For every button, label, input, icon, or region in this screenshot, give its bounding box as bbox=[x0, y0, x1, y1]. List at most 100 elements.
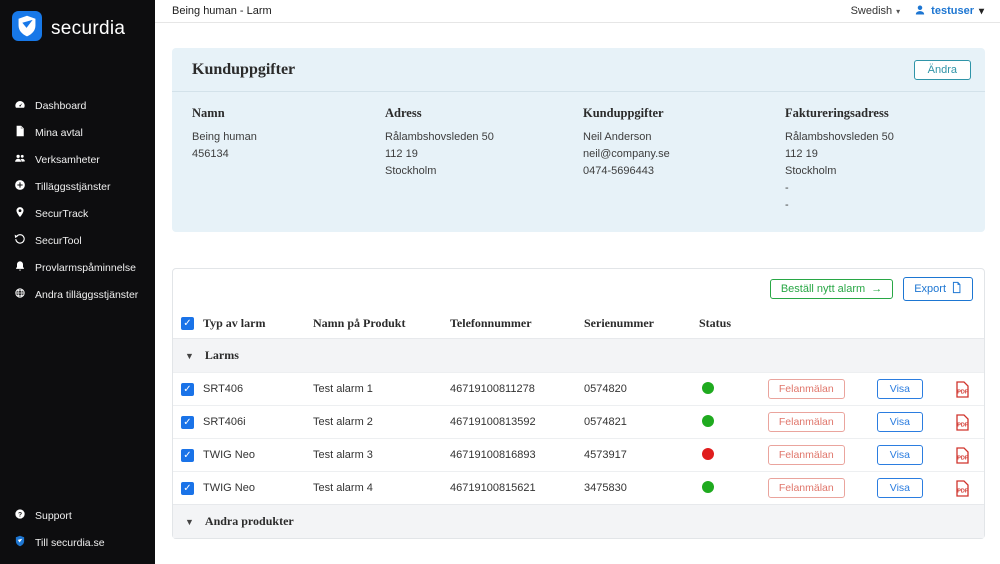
group-row-andra-produkter[interactable]: ▼ Andra produkter bbox=[173, 504, 984, 538]
sidebar-item-label: Dashboard bbox=[35, 100, 86, 112]
cell-product: Test alarm 2 bbox=[313, 416, 450, 428]
cell-phone: 46719100816893 bbox=[450, 449, 584, 461]
svg-text:PDF: PDF bbox=[957, 488, 969, 494]
column-header: Kunduppgifter bbox=[583, 106, 785, 121]
page-title: Being human - Larm bbox=[172, 5, 272, 17]
group-label: Larms bbox=[205, 348, 239, 363]
group-row-larms[interactable]: ▼ Larms bbox=[173, 338, 984, 372]
sidebar-item-securtool[interactable]: SecurTool bbox=[0, 227, 155, 254]
edit-customer-button[interactable]: Ändra bbox=[914, 60, 971, 80]
svg-text:PDF: PDF bbox=[957, 422, 969, 428]
view-button[interactable]: Visa bbox=[877, 379, 923, 399]
view-button[interactable]: Visa bbox=[877, 412, 923, 432]
column-header: Adress bbox=[385, 106, 583, 121]
cell-phone: 46719100811278 bbox=[450, 383, 584, 395]
column-header-produkt: Namn på Produkt bbox=[313, 316, 450, 331]
pdf-icon[interactable]: PDF bbox=[955, 447, 970, 464]
cell-serial: 3475830 bbox=[584, 482, 699, 494]
select-all-checkbox[interactable]: ✓ bbox=[181, 317, 194, 330]
column-header-typ: Typ av larm bbox=[203, 316, 313, 331]
history-icon bbox=[14, 233, 26, 248]
topbar: Being human - Larm Swedish ▾ testuser ▾ bbox=[155, 0, 1000, 23]
check-icon: ✓ bbox=[183, 417, 191, 428]
alarm-table-card: Beställ nytt alarm → Export ✓ Typ av lar… bbox=[172, 268, 985, 539]
customer-value: Being human bbox=[192, 129, 385, 146]
sidebar-item-securtrack[interactable]: SecurTrack bbox=[0, 200, 155, 227]
globe-icon bbox=[14, 287, 26, 302]
sidebar-item-mina-avtal[interactable]: Mina avtal bbox=[0, 119, 155, 146]
sidebar-item-verksamheter[interactable]: Verksamheter bbox=[0, 146, 155, 173]
cell-serial: 0574821 bbox=[584, 416, 699, 428]
table-row: ✓ TWIG Neo Test alarm 4 46719100815621 3… bbox=[173, 471, 984, 504]
report-fault-button[interactable]: Felanmälan bbox=[768, 445, 845, 465]
sidebar-item-label: Tilläggsstjänster bbox=[35, 181, 110, 193]
cell-phone: 46719100815621 bbox=[450, 482, 584, 494]
customer-value: Stockholm bbox=[785, 163, 965, 180]
pdf-icon[interactable]: PDF bbox=[955, 381, 970, 398]
status-indicator bbox=[702, 382, 714, 394]
sidebar-item-tillaggsstjanster[interactable]: Tilläggsstjänster bbox=[0, 173, 155, 200]
svg-text:PDF: PDF bbox=[957, 389, 969, 395]
pdf-icon[interactable]: PDF bbox=[955, 414, 970, 431]
view-button[interactable]: Visa bbox=[877, 478, 923, 498]
check-icon: ✓ bbox=[183, 450, 191, 461]
pdf-icon[interactable]: PDF bbox=[955, 480, 970, 497]
column-header: Faktureringsadress bbox=[785, 106, 965, 121]
dashboard-icon bbox=[14, 98, 26, 113]
customer-value: 112 19 bbox=[385, 146, 583, 163]
document-icon bbox=[14, 125, 26, 140]
customer-card: Kunduppgifter Ändra Namn Being human 456… bbox=[172, 48, 985, 232]
language-selector[interactable]: Swedish ▾ bbox=[851, 5, 901, 17]
column-header-telefonnummer: Telefonnummer bbox=[450, 316, 584, 331]
sidebar-item-label: Provlarmspåminnelse bbox=[35, 262, 136, 274]
customer-value: 456134 bbox=[192, 146, 385, 163]
customer-column-namn: Namn Being human 456134 bbox=[192, 106, 385, 214]
status-indicator bbox=[702, 481, 714, 493]
customer-value: 0474-5696443 bbox=[583, 163, 785, 180]
brand-logo[interactable]: securdia bbox=[0, 0, 155, 54]
person-icon bbox=[914, 4, 926, 19]
report-fault-button[interactable]: Felanmälan bbox=[768, 412, 845, 432]
plus-circle-icon bbox=[14, 179, 26, 194]
help-icon: ? bbox=[14, 508, 26, 523]
customer-value: Rålambshovsleden 50 bbox=[385, 129, 583, 146]
arrow-right-icon: → bbox=[871, 283, 882, 295]
sidebar-nav: Dashboard Mina avtal Verksamheter Tilläg… bbox=[0, 92, 155, 308]
user-menu[interactable]: testuser ▾ bbox=[914, 4, 984, 19]
content: Kunduppgifter Ändra Namn Being human 456… bbox=[155, 23, 1000, 564]
customer-card-body: Namn Being human 456134 Adress Rålambsho… bbox=[172, 92, 985, 232]
language-label: Swedish bbox=[851, 5, 893, 17]
column-header: Namn bbox=[192, 106, 385, 121]
row-checkbox[interactable]: ✓ bbox=[181, 449, 194, 462]
view-button[interactable]: Visa bbox=[877, 445, 923, 465]
customer-column-kunduppgifter: Kunduppgifter Neil Anderson neil@company… bbox=[583, 106, 785, 214]
customer-value: neil@company.se bbox=[583, 146, 785, 163]
sidebar-item-dashboard[interactable]: Dashboard bbox=[0, 92, 155, 119]
column-header-serienummer: Serienummer bbox=[584, 316, 699, 331]
table-header-row: ✓ Typ av larm Namn på Produkt Telefonnum… bbox=[173, 309, 984, 338]
cell-product: Test alarm 4 bbox=[313, 482, 450, 494]
report-fault-button[interactable]: Felanmälan bbox=[768, 379, 845, 399]
check-icon: ✓ bbox=[183, 384, 191, 395]
table-actions: Beställ nytt alarm → Export bbox=[173, 269, 984, 309]
sidebar-item-label: SecurTool bbox=[35, 235, 82, 247]
sidebar-item-support[interactable]: ? Support bbox=[0, 502, 155, 529]
row-checkbox[interactable]: ✓ bbox=[181, 383, 194, 396]
chevron-down-icon: ▾ bbox=[979, 6, 984, 17]
chevron-down-icon: ▼ bbox=[185, 517, 194, 527]
brand-name: securdia bbox=[51, 18, 125, 40]
cell-product: Test alarm 3 bbox=[313, 449, 450, 461]
sidebar-item-till-securdia[interactable]: Till securdia.se bbox=[0, 529, 155, 556]
report-fault-button[interactable]: Felanmälan bbox=[768, 478, 845, 498]
order-alarm-button[interactable]: Beställ nytt alarm → bbox=[770, 279, 893, 299]
row-checkbox[interactable]: ✓ bbox=[181, 416, 194, 429]
row-checkbox[interactable]: ✓ bbox=[181, 482, 194, 495]
customer-card-title: Kunduppgifter bbox=[192, 61, 295, 79]
user-name: testuser bbox=[931, 5, 974, 17]
sidebar-item-andra-tillaggsstjanster[interactable]: Andra tilläggsstjänster bbox=[0, 281, 155, 308]
shield-arrow-icon bbox=[12, 11, 42, 46]
sidebar-item-provlarmspaminnelse[interactable]: Provlarmspåminnelse bbox=[0, 254, 155, 281]
customer-value: - bbox=[785, 197, 965, 214]
export-button[interactable]: Export bbox=[903, 277, 973, 301]
check-icon: ✓ bbox=[183, 318, 191, 329]
